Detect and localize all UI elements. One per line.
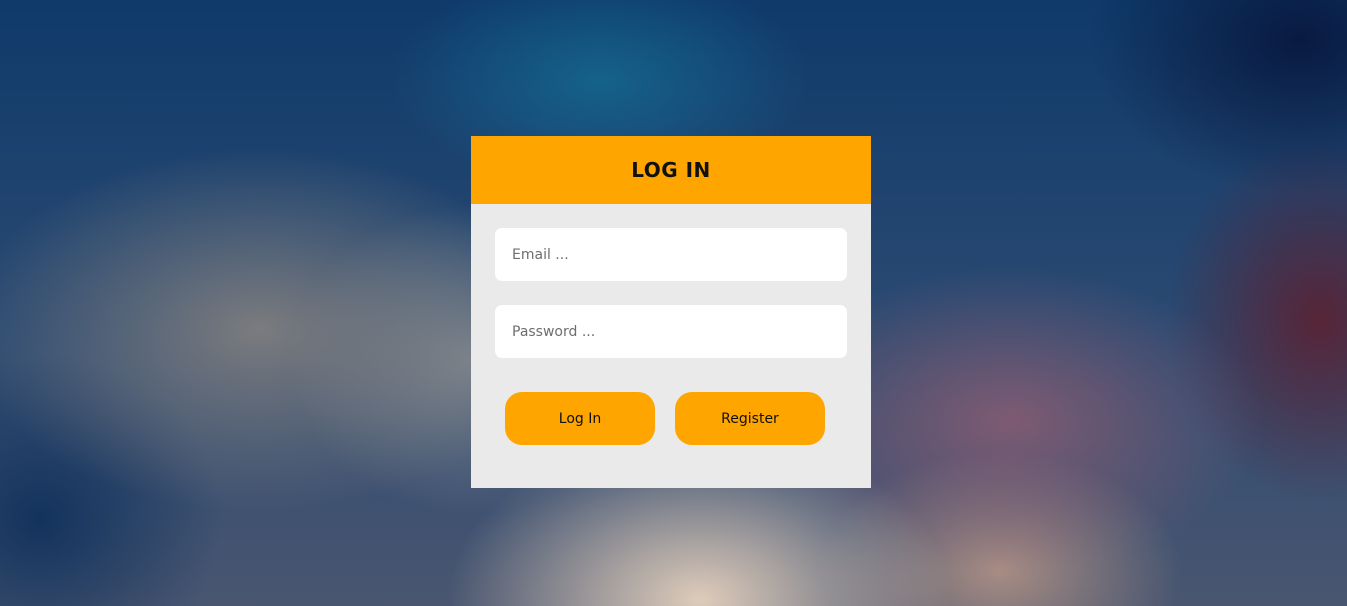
email-field[interactable] [495,228,847,281]
login-card-header: LOG IN [471,136,871,204]
login-title: LOG IN [631,158,711,182]
password-field[interactable] [495,305,847,358]
login-card: LOG IN Log In Register [471,136,871,488]
register-button[interactable]: Register [675,392,825,445]
login-button[interactable]: Log In [505,392,655,445]
